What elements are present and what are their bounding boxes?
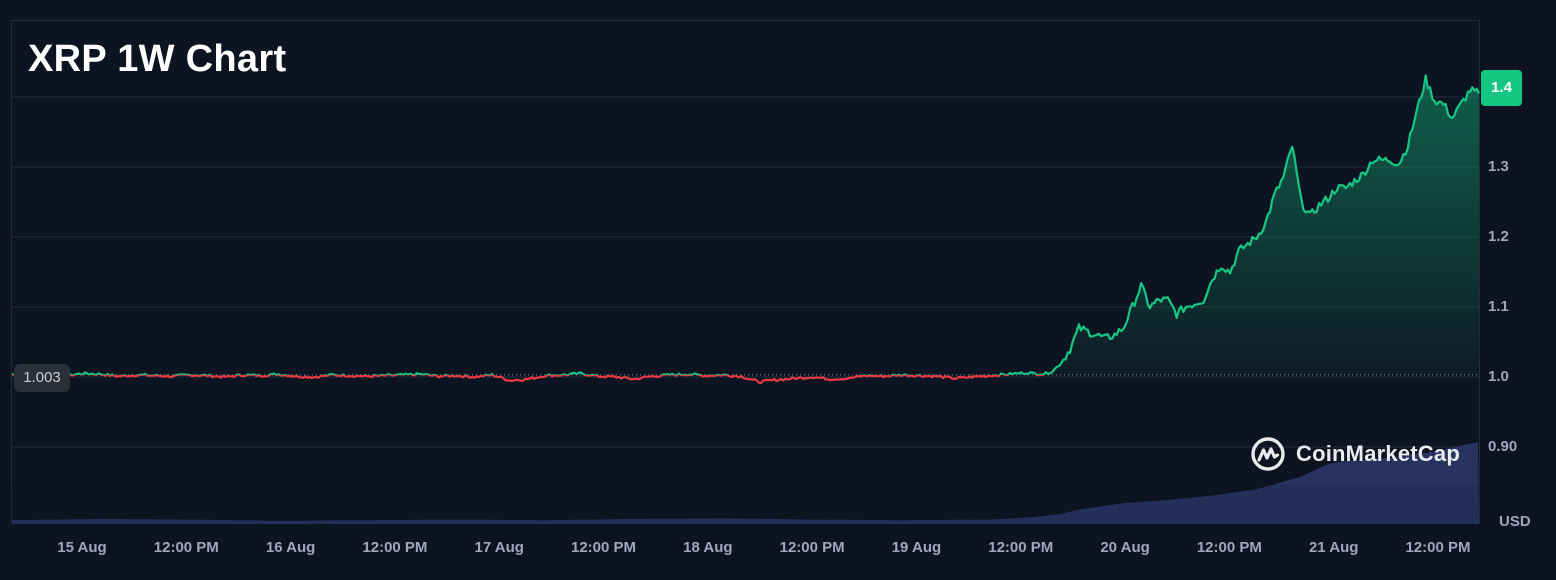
- y-tick-label: 1.3: [1488, 158, 1509, 175]
- coinmarketcap-logo-icon: [1251, 437, 1285, 471]
- x-tick-label: 15 Aug: [57, 539, 107, 556]
- watermark: CoinMarketCap: [1250, 435, 1460, 473]
- x-tick-label: 12:00 PM: [779, 539, 845, 556]
- x-tick-label: 19 Aug: [891, 539, 942, 556]
- y-tick-label: 1.1: [1488, 298, 1509, 315]
- chart-card: XRP 1W Chart 0.90 1.0 1.1 1.2 1.3 1.4 15 Aug 1…: [0, 0, 1556, 580]
- price-chart: [11, 20, 1480, 524]
- x-tick-label: 12:00 PM: [1405, 539, 1471, 556]
- chart-title: XRP 1W Chart: [28, 38, 287, 80]
- y-tick-label: 0.90: [1488, 438, 1518, 455]
- x-tick-label: 21 Aug: [1308, 539, 1359, 556]
- y-tick-label: 1.0: [1488, 368, 1509, 385]
- current-price-tag: 1.4: [1481, 70, 1522, 106]
- brand-name: CoinMarketCap: [1296, 441, 1460, 466]
- x-tick-label: 12:00 PM: [153, 539, 219, 556]
- y-tick-label: 1.2: [1488, 228, 1509, 245]
- price-area-fill: [12, 75, 1479, 375]
- reference-price-tag: 1.003: [14, 364, 70, 392]
- x-tick-label: 16 Aug: [265, 539, 316, 556]
- x-tick-label: 18 Aug: [683, 539, 733, 556]
- x-tick-label: 20 Aug: [1100, 539, 1150, 556]
- x-tick-label: 12:00 PM: [571, 539, 637, 556]
- price-series: [11, 74, 1480, 384]
- x-tick-label: 12:00 PM: [988, 539, 1054, 556]
- currency-unit: USD: [1499, 513, 1531, 530]
- x-tick-label: 12:00 PM: [362, 539, 428, 556]
- x-tick-label: 17 Aug: [474, 539, 524, 556]
- x-tick-label: 12:00 PM: [1196, 539, 1262, 556]
